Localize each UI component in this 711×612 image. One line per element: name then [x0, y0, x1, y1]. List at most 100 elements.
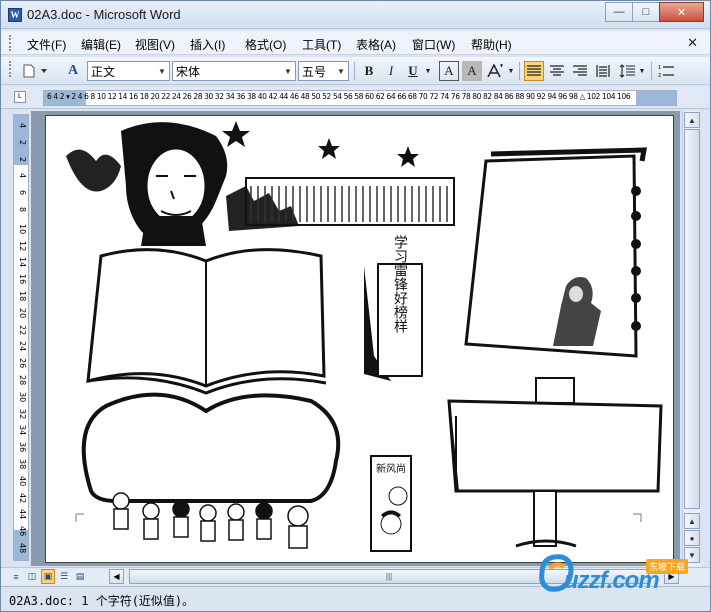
vertical-ruler-label: 22 [18, 324, 27, 335]
menu-bar: 文件(F) 编辑(E) 视图(V) 插入(I) 格式(O) 工具(T) 表格(A… [1, 31, 710, 55]
vertical-ruler-label: 2 [18, 156, 27, 162]
vertical-ruler-label: 4 [18, 123, 27, 129]
vertical-ruler[interactable]: 4 2 2 4 6 8 10 12 14 16 18 20 22 24 26 28 30 32 34 36 38 40 42… [13, 114, 29, 561]
horizontal-ruler[interactable]: 6 4 2 ▾ 2 4 6 8 10 12 14 16 18 20 22 24 … [43, 90, 677, 106]
char-border-button[interactable]: A [439, 61, 459, 81]
svg-text:2: 2 [658, 73, 661, 78]
font-size-combo[interactable]: 五号 ▼ [298, 61, 349, 81]
line-spacing-dropdown-icon[interactable]: ▼ [637, 61, 647, 81]
menu-file[interactable]: 文件(F) [27, 36, 66, 53]
vertical-ruler-label: 26 [18, 358, 27, 369]
minimize-button[interactable]: — [605, 2, 633, 22]
horizontal-ruler-labels: 6 4 2 ▾ 2 4 6 8 10 12 14 16 18 20 22 24 … [47, 92, 631, 101]
more-buttons-icon[interactable] [39, 61, 49, 81]
menu-view[interactable]: 视图(V) [135, 36, 175, 53]
menu-format[interactable]: 格式(O) [245, 36, 286, 53]
font-combo[interactable]: 宋体 ▼ [172, 61, 296, 81]
open-book-frame [86, 248, 327, 395]
document-area: 学习雷锋好榜样 新风尚 [31, 111, 680, 566]
underline-button[interactable]: U [403, 61, 423, 81]
chevron-down-icon[interactable]: ▼ [155, 62, 169, 80]
toolbar-separator [651, 62, 652, 80]
watermark-text: uzzf.com [564, 567, 660, 594]
previous-page-icon[interactable]: ▲ [684, 513, 700, 529]
word-app-icon[interactable]: W [8, 8, 22, 22]
menu-tools[interactable]: 工具(T) [302, 36, 341, 53]
styles-formatting-icon[interactable]: A [63, 61, 83, 81]
watermark-logo: 东坡下载 uzzf.com [536, 549, 706, 599]
bold-button[interactable]: B [359, 61, 379, 81]
reading-layout-view-icon[interactable]: ▤ [73, 569, 87, 584]
vertical-ruler-label: 44 [18, 509, 27, 520]
chevron-down-icon[interactable]: ▼ [334, 62, 348, 80]
font-size-combo-value: 五号 [302, 64, 327, 79]
numbering-list-icon[interactable]: 12 [656, 61, 676, 81]
handwritten-poster-artwork: 学习雷锋好榜样 新风尚 [66, 121, 663, 552]
status-text: 02A3.doc: 1 个字符(近似值)。 [9, 594, 195, 608]
vertical-scroll-thumb[interactable] [684, 129, 700, 509]
slogan-banner: 学习雷锋好榜样 [364, 235, 423, 381]
small-poster: 新风尚 [370, 455, 412, 552]
align-right-button[interactable] [570, 61, 590, 81]
document-page[interactable]: 学习雷锋好榜样 新风尚 [45, 115, 674, 563]
scroll-left-icon[interactable]: ◀ [109, 569, 124, 584]
star-icon [318, 138, 340, 159]
web-layout-view-icon[interactable]: ◫ [25, 569, 39, 584]
vertical-ruler-label: 4 [18, 173, 27, 179]
print-layout-view-icon[interactable]: ▣ [41, 569, 55, 584]
tab-selector[interactable]: L [14, 91, 26, 103]
char-shading-button[interactable]: A [462, 61, 482, 81]
vertical-ruler-label: 30 [18, 391, 27, 402]
vertical-ruler-label: 38 [18, 459, 27, 470]
italic-button[interactable]: I [381, 61, 401, 81]
menu-insert[interactable]: 插入(I) [190, 36, 225, 53]
scaling-dropdown-icon[interactable]: ▼ [506, 61, 516, 81]
close-document-icon[interactable]: ✕ [687, 35, 698, 51]
vertical-ruler-label: 24 [18, 341, 27, 352]
line-spacing-icon[interactable] [617, 61, 637, 81]
title-bar: W 02A3.doc - Microsoft Word — □ ✕ [1, 1, 710, 29]
distributed-align-button[interactable] [593, 61, 613, 81]
vertical-ruler-label: 12 [18, 240, 27, 251]
underline-dropdown-icon[interactable]: ▼ [423, 61, 433, 81]
vertical-ruler-label: 6 [18, 190, 27, 196]
menubar-grip[interactable] [9, 35, 12, 51]
select-browse-object-icon[interactable]: ● [684, 530, 700, 546]
style-combo[interactable]: 正文 ▼ [87, 61, 170, 81]
font-combo-value: 宋体 [176, 64, 201, 79]
menu-window[interactable]: 窗口(W) [412, 36, 455, 53]
character-scaling-icon[interactable] [485, 61, 505, 81]
vertical-ruler-label: 14 [18, 257, 27, 268]
align-justify-button[interactable] [524, 61, 544, 81]
style-combo-value: 正文 [91, 64, 116, 79]
horizontal-ruler-bar: L 6 4 2 ▾ 2 4 6 8 10 12 14 16 18 20 22 2… [1, 87, 710, 109]
vertical-ruler-label: 46 [18, 526, 27, 537]
styles-formatting-label: A [67, 63, 79, 78]
svg-text:1: 1 [658, 65, 661, 71]
vertical-ruler-label: 28 [18, 375, 27, 386]
toolbar-separator [354, 62, 355, 80]
scroll-up-icon[interactable]: ▲ [684, 112, 700, 128]
normal-view-icon[interactable]: ≡ [9, 569, 23, 584]
close-window-button[interactable]: ✕ [659, 2, 704, 22]
align-center-button[interactable] [547, 61, 567, 81]
vertical-ruler-label: 16 [18, 274, 27, 285]
outline-view-icon[interactable]: ☰ [57, 569, 71, 584]
vertical-ruler-label: 2 [18, 139, 27, 145]
menu-table[interactable]: 表格(A) [356, 36, 396, 53]
vertical-ruler-label: 42 [18, 492, 27, 503]
vertical-ruler-label: 40 [18, 475, 27, 486]
vertical-scrollbar[interactable]: ▲ ▲ ● ▼ [682, 111, 700, 566]
menu-help[interactable]: 帮助(H) [471, 36, 512, 53]
menu-edit[interactable]: 编辑(E) [81, 36, 121, 53]
vertical-ruler-label: 20 [18, 307, 27, 318]
toolbar-grip[interactable] [9, 61, 12, 77]
star-icon [397, 146, 419, 167]
maximize-button[interactable]: □ [632, 2, 660, 22]
star-icon [222, 121, 250, 147]
chevron-down-icon[interactable]: ▼ [281, 62, 295, 80]
banner-poster-text: 学习雷锋好榜样 [392, 235, 408, 333]
new-document-icon[interactable] [19, 61, 39, 81]
vertical-ruler-label: 18 [18, 291, 27, 302]
vertical-ruler-label: 34 [18, 425, 27, 436]
